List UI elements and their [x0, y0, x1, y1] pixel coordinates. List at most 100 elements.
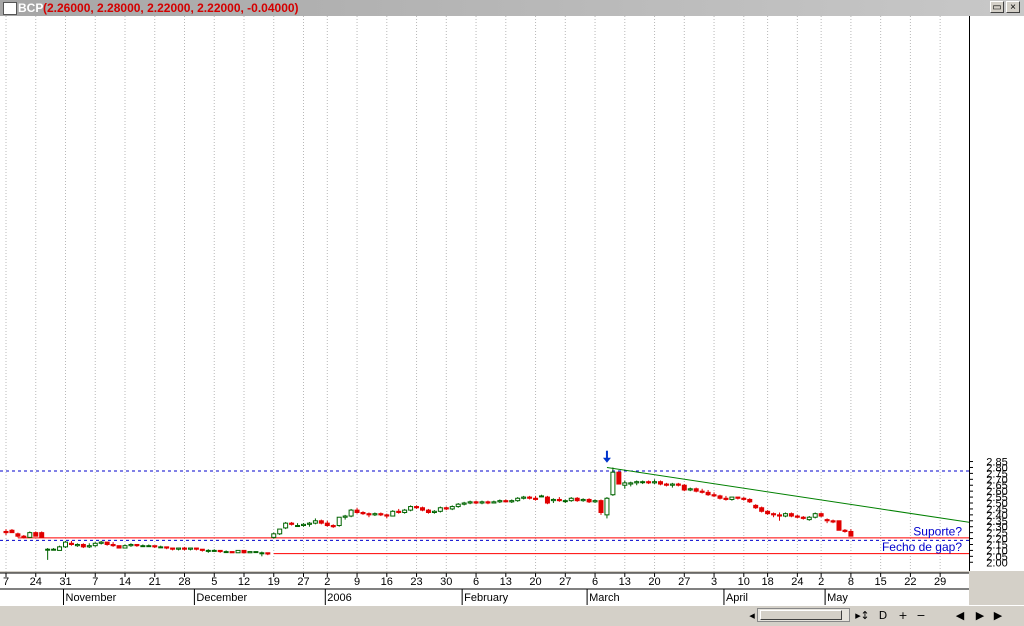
candle-body-down: [824, 519, 830, 522]
month-label: December: [196, 592, 247, 604]
candle-body-down: [182, 547, 187, 550]
candle-body-up: [515, 497, 521, 502]
month-label: 2006: [327, 592, 351, 604]
candle-body-up: [271, 533, 277, 538]
periodicity-button[interactable]: D: [875, 608, 891, 623]
candle-body-up: [92, 542, 98, 547]
candle-body-up: [259, 552, 265, 555]
month-label: November: [66, 592, 117, 604]
candle-body-down: [771, 513, 777, 516]
candle-body-up: [652, 481, 658, 484]
horizontal-scrollbar[interactable]: [757, 608, 850, 622]
restore-window-button[interactable]: ▭: [990, 1, 1004, 13]
candle-body-down: [33, 532, 39, 537]
date-tick-label: 6: [473, 576, 479, 588]
candle-body-up: [63, 541, 68, 548]
candle-body-down: [527, 496, 533, 499]
candle-body-up: [431, 510, 437, 513]
candle-body-down: [830, 520, 836, 523]
candle-body-up: [402, 509, 408, 513]
candle-body-down: [842, 529, 848, 532]
candle-body-up: [539, 495, 544, 498]
chart-plot-area[interactable]: Suporte? Fecho de gap? 7 24 31 7 14 21 28 5 12 19 27…: [0, 16, 969, 605]
scroll-back-icon[interactable]: ◂: [744, 608, 760, 623]
candle-body-up: [235, 549, 241, 554]
candle-body-up: [592, 500, 598, 503]
candle-body-up: [669, 483, 675, 486]
zoom-out-button[interactable]: −: [913, 608, 929, 623]
date-tick-label: 12: [238, 576, 250, 588]
candle-body-up: [277, 528, 283, 535]
candle-body-up: [283, 522, 289, 529]
date-tick-label: 31: [59, 576, 71, 588]
candle-body-down: [693, 488, 699, 492]
date-tick-label: 20: [648, 576, 660, 588]
candle-body-down: [21, 535, 27, 538]
candle-body-up: [610, 471, 616, 496]
close-window-button[interactable]: ×: [1006, 1, 1020, 13]
date-tick-label: 16: [381, 576, 393, 588]
candle-body-down: [229, 551, 235, 554]
candle-body-down: [80, 543, 86, 548]
candle-body-up: [301, 523, 306, 527]
scroll-end-button[interactable]: ▶: [990, 608, 1006, 623]
candle-body-down: [800, 516, 806, 519]
candle-body-down: [354, 509, 360, 513]
candle-body-down: [110, 543, 116, 547]
candle-body-up: [491, 501, 497, 504]
scroll-right-button[interactable]: ▶: [972, 608, 988, 623]
candle-body-down: [378, 513, 384, 516]
candle-body-down: [485, 501, 491, 504]
candle-body-up: [437, 507, 443, 512]
month-label: April: [726, 592, 748, 604]
candle-body-up: [158, 546, 164, 549]
candle-body-up: [604, 497, 610, 516]
candle-body-up: [187, 547, 193, 550]
candle-body-down: [735, 496, 741, 499]
candle-body-down: [396, 510, 402, 513]
scrollbar-thumb[interactable]: [760, 610, 842, 620]
scroll-left-button[interactable]: ◀: [952, 608, 968, 623]
candle-body-down: [217, 549, 223, 553]
date-tick-label: 14: [119, 576, 131, 588]
candle-body-up: [467, 501, 473, 504]
candle-body-up: [128, 543, 134, 547]
date-tick-label: 15: [875, 576, 887, 588]
candle-body-down: [193, 547, 199, 550]
date-tick-label: 28: [178, 576, 190, 588]
candle-body-down: [9, 529, 15, 534]
candle-body-up: [562, 500, 568, 503]
date-tick-label: 27: [678, 576, 690, 588]
candle-body-up: [580, 498, 586, 502]
candle-body-up: [550, 498, 556, 502]
annotation-gap-fill: Fecho de gap?: [882, 540, 962, 554]
candle-body-up: [628, 482, 634, 485]
candle-body-up: [687, 488, 693, 491]
candle-body-down: [723, 497, 729, 500]
candle-body-down: [443, 507, 449, 510]
zoom-in-button[interactable]: +: [895, 608, 911, 623]
candle-body-down: [324, 522, 330, 527]
candle-body-up: [205, 549, 211, 552]
candle-body-up: [336, 516, 342, 527]
candle-body-up: [51, 548, 57, 551]
candle-body-down: [420, 507, 425, 511]
title-bar: BCP (2.26000, 2.28000, 2.22000, 2.22000,…: [0, 0, 1024, 16]
candle-body-down: [360, 511, 366, 515]
cycle-icon[interactable]: ↕: [857, 608, 873, 623]
candle-body-up: [57, 546, 63, 551]
candle-body-down: [794, 515, 800, 518]
candle-body-down: [818, 513, 824, 517]
candle-body-down: [759, 507, 765, 512]
date-tick-label: 19: [268, 576, 280, 588]
candle-body-down: [473, 501, 479, 504]
price-tick-label: 2.85: [986, 457, 1007, 469]
candle-body-up: [176, 547, 182, 550]
date-tick-label: 13: [500, 576, 512, 588]
candle-body-down: [741, 497, 747, 500]
candle-body-down: [711, 494, 717, 497]
candle-body-down: [170, 547, 176, 550]
candle-body-down: [681, 484, 687, 491]
date-tick-label: 10: [738, 576, 750, 588]
candle-body-down: [616, 471, 622, 485]
